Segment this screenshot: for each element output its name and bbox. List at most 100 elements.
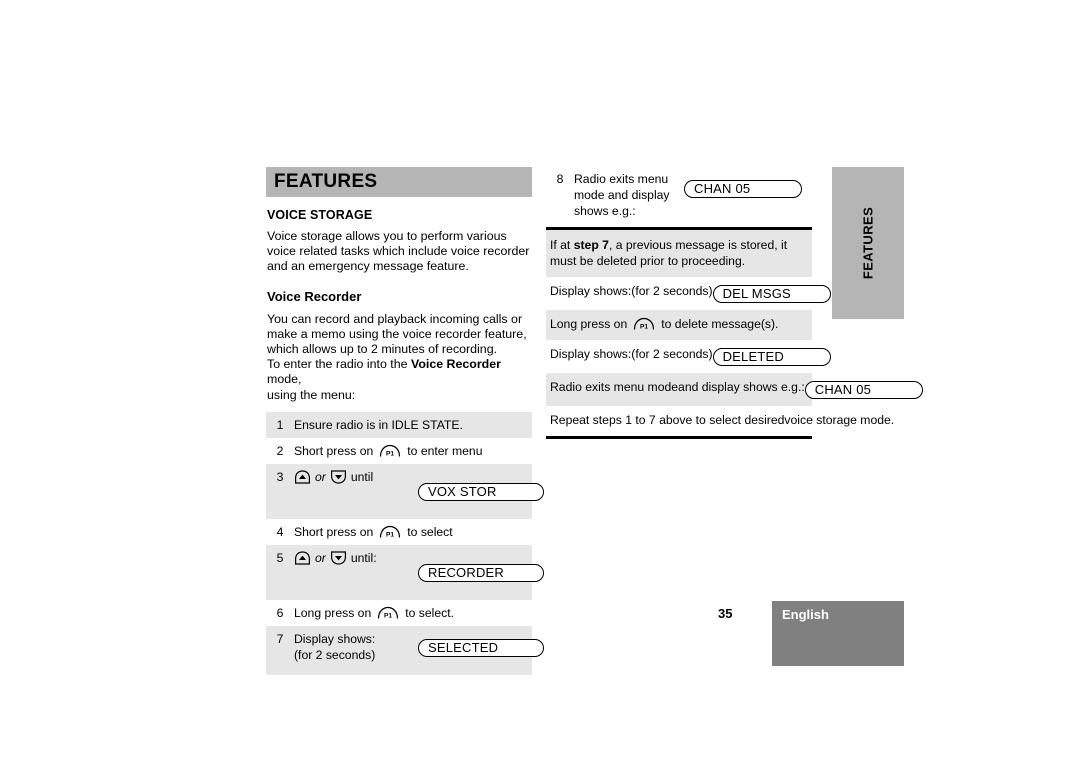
step-conjunction: or [315,550,326,565]
row-text: Display shows:(for 2 seconds) [550,284,713,299]
p1-key-icon: P1 [376,606,400,620]
svg-text:P1: P1 [640,324,648,331]
lcd-display-slot: DEL MSGS [712,285,831,304]
step-text-post: to select. [405,605,455,620]
step-body: Long press on P1 to select. [294,605,532,621]
table-row: 7 Display shows: (for 2 seconds) SELECTED [266,625,544,675]
p1-key-icon: P1 [632,317,656,331]
table-row: 6 Long press on P1 to select. [266,599,532,626]
row-text-post: to delete message(s). [661,317,779,332]
lcd-display-slot: RECORDER [418,563,544,582]
step-body: Radio exits menu mode and display shows e.… [574,171,812,219]
right-column: 8 Radio exits menu mode and display shows … [546,167,923,439]
row-line-2: (for 2 seconds) [631,346,713,361]
step-text-post: to enter menu [407,443,483,458]
section-divider-bottom [546,436,812,439]
table-row: Long press on P1 to delete message(s). [546,310,812,340]
row-line-2: voice storage mode. [784,412,895,427]
step-body: Short press on P1 to enter menu [294,443,532,459]
step-text-post: until [350,469,374,484]
table-row: Display shows:(for 2 seconds) DEL MSGS [546,277,831,311]
lcd-display: RECORDER [418,563,544,582]
body-line-4: To enter the radio into the Voice Record… [267,357,532,387]
body-line-4-pre: To enter the radio into the [267,357,411,372]
row-line-2: and display shows e.g.: [678,379,805,394]
table-row: Radio exits menu modeand display shows e… [546,372,923,406]
page-number: 35 [718,606,733,621]
step-text-pre: Short press on [294,443,374,458]
step-number: 5 [276,550,284,565]
row-text: Display shows:(for 2 seconds) [550,347,713,362]
lcd-display: DELETED [712,347,831,366]
row-line-1: Display shows: [550,284,632,299]
down-arrow-key-icon [330,551,347,565]
step-text-pre: Long press on [294,605,372,620]
step-body: or until: RECORDER [294,550,544,584]
row-line-1: Display shows: [550,346,632,361]
left-column: FEATURES VOICE STORAGE Voice storage all… [266,167,544,675]
step-text: Ensure radio is in IDLE STATE. [294,417,463,432]
lcd-display-slot: VOX STOR [418,482,544,501]
body-line-2: make a memo using the voice recorder fea… [267,326,527,341]
body-line-4-bold: Voice Recorder [410,357,501,372]
svg-text:P1: P1 [386,450,394,457]
note-text: If at step 7, a previous message is stor… [550,238,804,269]
step-number: 1 [276,417,284,432]
language-footer-box: English [772,601,904,666]
lcd-display-slot: SELECTED [418,638,544,657]
table-row: 2 Short press on P1 to enter menu [266,437,532,464]
p1-key-icon: P1 [378,525,402,539]
row-text: Repeat steps 1 to 7 above to select desi… [550,413,894,428]
step-text-post: until: [350,550,377,565]
body-line-5: using the menu: [267,387,356,402]
step-text-pre: Short press on [294,524,374,539]
step-body: Display shows: (for 2 seconds) SELECTED [294,631,544,663]
note-block: If at step 7, a previous message is stor… [546,230,812,278]
body-line-4-post: mode, [267,372,302,387]
thumb-tab-label: FEATURES [860,206,876,280]
table-row: 8 Radio exits menu mode and display shows … [546,167,812,227]
section-heading: VOICE STORAGE [267,208,373,222]
up-arrow-key-icon [294,470,311,484]
body-line-1: You can record and playback incoming cal… [267,311,523,326]
row-line-1: Repeat steps 1 to 7 above to select desi… [550,412,785,427]
step-number: 8 [556,172,564,186]
note-pre: If at [550,238,574,252]
up-arrow-key-icon [294,551,311,565]
body-line-3: which allows up to 2 minutes of recordin… [267,342,498,357]
step-line-3: shows e.g.: [574,204,636,218]
table-row: Display shows:(for 2 seconds) DELETED [546,339,831,373]
step-number: 4 [276,524,284,539]
row-line-1: Radio exits menu mode [550,379,679,394]
row-text-pre: Long press on [550,317,628,332]
chapter-thumb-tab: FEATURES [832,167,904,319]
table-row: 1 Ensure radio is in IDLE STATE. [266,411,532,438]
table-row: 3 or until VOX STOR [266,463,544,519]
lcd-display: SELECTED [418,638,544,657]
table-row: Repeat steps 1 to 7 above to select desi… [546,405,894,436]
note-bold: step 7 [573,238,609,252]
chapter-header-bar: FEATURES [266,167,532,197]
row-line-2: (for 2 seconds) [631,284,713,299]
down-arrow-key-icon [330,470,347,484]
table-row: 4 Short press on P1 to select [266,518,532,545]
lcd-display-slot: DELETED [712,347,831,366]
language-label: English [782,607,829,622]
step-number: 7 [276,631,284,646]
row-text: Long press on P1 to delete message(s). [550,317,778,332]
step-body: Short press on P1 to select [294,524,532,540]
row-text: Radio exits menu modeand display shows e… [550,380,805,395]
step-number: 6 [276,605,284,620]
chapter-title: FEATURES [274,171,378,192]
svg-text:P1: P1 [386,531,394,538]
step-text-post: to select [407,524,453,539]
step-list: 1 Ensure radio is in IDLE STATE. 2 Short… [266,411,544,675]
table-row: 5 or until: RECORDER [266,544,544,600]
lcd-display-slot: CHAN 05 [684,180,802,198]
p1-key-icon: P1 [378,444,402,458]
sub-heading: Voice Recorder [267,288,362,304]
step-number: 3 [276,469,284,484]
svg-text:P1: P1 [384,612,392,619]
lcd-display: DEL MSGS [712,285,831,304]
lcd-display: VOX STOR [418,482,544,501]
